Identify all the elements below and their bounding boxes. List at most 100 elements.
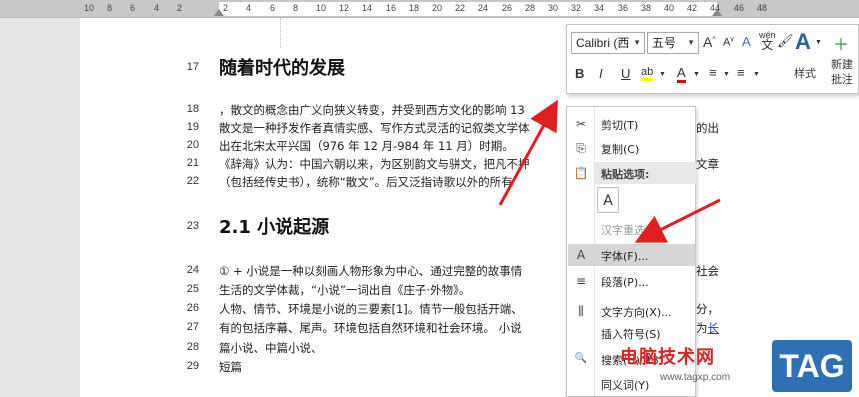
new-comment-label[interactable]: 新建 — [831, 56, 853, 72]
bold-button[interactable]: B — [575, 66, 584, 81]
right-indent-marker[interactable] — [712, 9, 722, 16]
ruler-number: 6 — [130, 3, 136, 13]
menu-item-label: 段落(P)... — [601, 276, 649, 289]
text-line[interactable]: ，散文的概念由广义向狭义转变，并受到西方文化的影响 13 — [219, 102, 525, 118]
font-name-box[interactable]: Calibri (西 ▼ — [571, 32, 645, 54]
menu-item-label: 插入符号(S) — [601, 328, 661, 341]
menu-item-label: 字体(F)... — [601, 250, 649, 263]
ruler-number: 10 — [84, 3, 95, 13]
font-color-button[interactable]: A — [677, 65, 686, 83]
line-number: 21 — [186, 157, 199, 169]
menu-item-label: 同义词(Y) — [601, 379, 650, 392]
new-comment-icon[interactable]: ＋ — [833, 31, 849, 55]
line-number: 24 — [186, 264, 199, 276]
grow-font-button[interactable]: A^ — [703, 34, 716, 50]
clear-format-button[interactable]: A — [742, 34, 751, 49]
mini-toolbar: Calibri (西 ▼ 五号 ▼ A^ Av A wén 文 🖌 B I U a… — [566, 24, 859, 94]
bullets-button[interactable]: ≡ — [709, 65, 717, 80]
menu-item-cut[interactable]: ✂ 剪切(T) — [568, 113, 695, 135]
menu-item-reconvert[interactable]: 汉字重选(V) — [568, 218, 695, 240]
chevron-down-icon[interactable]: ▼ — [753, 71, 760, 78]
chevron-down-icon[interactable]: ▼ — [687, 33, 695, 53]
line-number: 27 — [186, 321, 199, 333]
text-line[interactable]: 散文是一种抒发作者真情实感、写作方式灵活的记叙类文学体 — [219, 120, 530, 136]
scissors-icon: ✂ — [575, 117, 587, 131]
watermark-url: www.tagxp.com — [660, 372, 731, 383]
text-line-tail[interactable]: 的出 — [696, 120, 719, 136]
line-number: 19 — [186, 121, 199, 133]
styles-label[interactable]: 样式 — [794, 65, 816, 81]
menu-item-text-direction[interactable]: ⫼ 文字方向(X)... — [568, 300, 695, 322]
text-line[interactable]: ① + 小说是一种以刻画人物形象为中心、通过完整的故事情 — [219, 263, 522, 279]
ruler-number: 24 — [478, 3, 489, 13]
line-number: 20 — [186, 139, 199, 151]
text-line[interactable]: 有的包括序幕、尾声。环境包括自然环境和社会环境。 小说 — [219, 320, 522, 336]
link-changpian[interactable]: 长 — [708, 321, 720, 335]
ruler-number: 16 — [386, 3, 397, 13]
text-direction-icon: ⫼ — [578, 304, 584, 318]
font-name-value: Calibri (西 — [576, 36, 630, 50]
text-line[interactable]: （包括经传史书），统称“散文”。后又泛指诗歌以外的所有 — [219, 174, 513, 190]
menu-item-copy[interactable]: ⎘ 复制(C) — [568, 137, 695, 159]
paragraph-icon: ≡ — [575, 274, 587, 288]
phonetic-guide-button[interactable]: wén 文 — [759, 30, 776, 51]
line-number: 23 — [186, 220, 199, 232]
ruler-number: 30 — [548, 3, 559, 13]
heading[interactable]: 随着时代的发展 — [219, 54, 345, 80]
format-painter-icon[interactable]: 🖌 — [777, 33, 794, 49]
chevron-down-icon[interactable]: ▼ — [633, 33, 641, 53]
ruler-number: 8 — [293, 3, 299, 13]
heading[interactable]: 2.1 小说起源 — [219, 213, 329, 239]
line-number: 28 — [186, 341, 199, 353]
ruler-number: 26 — [502, 3, 513, 13]
new-comment-label-2[interactable]: 批注 — [831, 71, 853, 87]
menu-item-paragraph[interactable]: ≡ 段落(P)... — [568, 270, 695, 292]
shrink-font-button[interactable]: Av — [723, 36, 734, 49]
menu-item-label: 文字方向(X)... — [601, 306, 672, 319]
menu-item-label: 剪切(T) — [601, 119, 639, 132]
paste-keep-text-only-icon[interactable]: A — [597, 187, 619, 213]
text-line[interactable]: 篇小说、中篇小说、 — [219, 340, 323, 356]
font-size-box[interactable]: 五号 ▼ — [647, 32, 699, 54]
ruler-number: 32 — [571, 3, 582, 13]
text-line-tail[interactable]: 为长 — [696, 320, 719, 336]
chevron-down-icon[interactable]: ▼ — [723, 71, 730, 78]
chevron-down-icon[interactable]: ▼ — [659, 71, 666, 78]
underline-button[interactable]: U — [621, 66, 630, 81]
ruler-number: 40 — [664, 3, 675, 13]
text-line[interactable]: 生活的文学体裁，“小说”一词出自《庄子·外物》。 — [219, 282, 470, 298]
ruler-number: 10 — [316, 3, 327, 13]
ruler-number: 4 — [154, 3, 160, 13]
text-line-tail[interactable]: 社会 — [696, 263, 719, 279]
ruler-number: 2 — [177, 3, 183, 13]
horizontal-ruler[interactable]: 10 8 6 4 2 2 4 6 8 10 12 14 16 18 20 22 24 26 28 30 32 34 36 38… — [0, 0, 859, 18]
ruler-number: 22 — [455, 3, 466, 13]
ruler-number: 28 — [525, 3, 536, 13]
text-line-tail[interactable]: 文章 — [696, 156, 719, 172]
menu-item-insert-symbol[interactable]: 插入符号(S) — [568, 322, 695, 344]
line-number: 22 — [186, 175, 199, 187]
ruler-number: 12 — [339, 3, 350, 13]
text-line[interactable]: 出在北宋太平兴国（976 年 12 月-984 年 11 月）时期。 — [219, 138, 514, 154]
ruler-number: 8 — [107, 3, 113, 13]
styles-icon[interactable]: A — [795, 29, 811, 55]
text-line-tail[interactable]: 分， — [696, 301, 719, 317]
italic-button[interactable]: I — [599, 66, 603, 81]
paste-options-label: 粘贴选项: — [595, 162, 696, 184]
watermark-site-name: 电脑技术网 — [620, 347, 715, 368]
numbering-button[interactable]: ≡ — [737, 65, 745, 80]
text-line[interactable]: 人物、情节、环境是小说的三要素[1]。情节一般包括开端、 — [219, 301, 523, 317]
ruler-number: 4 — [246, 3, 252, 13]
chevron-down-icon[interactable]: ▼ — [815, 39, 822, 46]
line-number: 18 — [186, 103, 199, 115]
chevron-down-icon[interactable]: ▼ — [693, 71, 700, 78]
menu-item-label: 复制(C) — [601, 143, 640, 156]
text-line[interactable]: 《辞海》认为：中国六朝以来，为区别韵文与骈文，把凡不押 — [219, 156, 530, 172]
text-line[interactable]: 短篇 — [219, 359, 242, 375]
menu-item-font[interactable]: A 字体(F)... — [568, 244, 695, 266]
left-indent-marker[interactable] — [214, 9, 224, 16]
line-number: 26 — [186, 302, 199, 314]
ruler-number: 48 — [757, 3, 768, 13]
ruler-number: 18 — [409, 3, 420, 13]
highlight-button[interactable]: ab — [641, 66, 654, 81]
